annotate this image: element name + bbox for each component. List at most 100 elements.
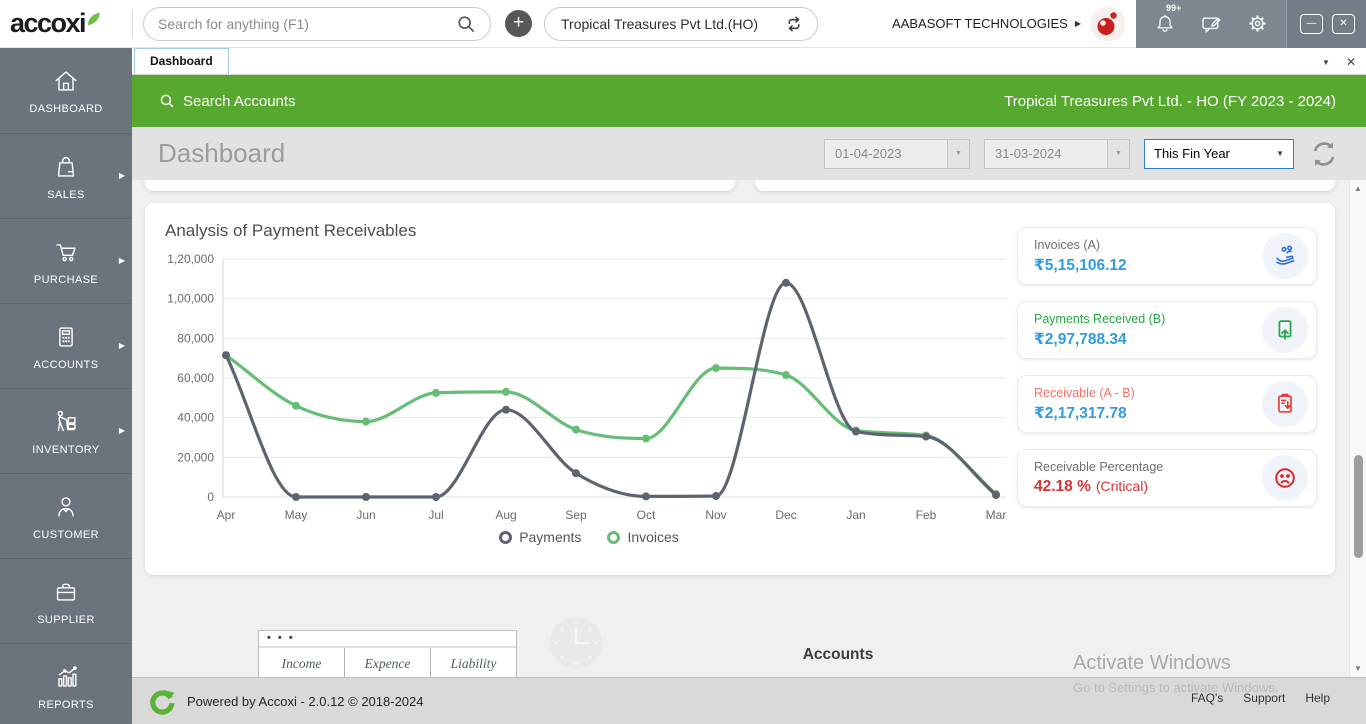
sidebar-item-accounts[interactable]: ACCOUNTS ▶	[0, 303, 132, 388]
sidebar-item-label: REPORTS	[38, 699, 94, 711]
stat-label: Payments Received (B)	[1034, 312, 1262, 326]
legend-item-payments[interactable]: Payments	[499, 529, 581, 545]
clipboard-down-icon	[1262, 381, 1308, 427]
svg-text:1,00,000: 1,00,000	[167, 292, 214, 306]
svg-text:Apr: Apr	[217, 508, 236, 522]
date-to-input[interactable]: 31-03-2024 ▼	[984, 139, 1130, 169]
scrollbar-down-arrow[interactable]: ▼	[1350, 664, 1366, 673]
chevron-right-icon: ▶	[119, 256, 125, 265]
illustration-column-liability: Liability	[430, 648, 516, 677]
chevron-down-icon[interactable]: ▼	[1107, 140, 1129, 168]
partial-card	[145, 180, 735, 191]
search-placeholder: Search for anything (F1)	[158, 16, 456, 32]
legend-label: Invoices	[627, 529, 678, 545]
notification-badge: 99+	[1166, 3, 1181, 13]
svg-text:Aug: Aug	[495, 508, 516, 522]
window-controls: — ✕	[1286, 0, 1366, 48]
powered-by-text: Powered by Accoxi - 2.0.12 © 2018-2024	[187, 694, 424, 709]
chart-legend: Payments Invoices	[161, 529, 1017, 545]
minimize-button[interactable]: —	[1300, 14, 1323, 34]
inventory-trolley-icon	[51, 407, 81, 437]
svg-text:Dec: Dec	[775, 508, 796, 522]
sidebar-item-reports[interactable]: REPORTS	[0, 643, 132, 724]
illustration-column-expence: Expence	[344, 648, 430, 677]
logo-text: accoxi	[10, 8, 85, 38]
company-fiscal-year-label: Tropical Treasures Pvt Ltd. - HO (FY 202…	[1004, 93, 1336, 110]
svg-text:Nov: Nov	[705, 508, 726, 522]
illustration-window-dots: • • •	[259, 631, 516, 648]
chevron-down-icon[interactable]: ▼	[947, 140, 969, 168]
svg-text:Jan: Jan	[846, 508, 865, 522]
company-selector-value: Tropical Treasures Pvt Ltd.(HO)	[561, 16, 783, 32]
sidebar-item-inventory[interactable]: INVENTORY ▶	[0, 388, 132, 473]
sidebar-item-dashboard[interactable]: DASHBOARD	[0, 48, 132, 133]
chat-icon	[1199, 11, 1224, 36]
leaf-icon	[85, 11, 103, 26]
bell-icon	[1152, 11, 1178, 37]
sidebar-item-purchase[interactable]: PURCHASE ▶	[0, 218, 132, 303]
svg-text:60,000: 60,000	[177, 371, 214, 385]
partial-card	[755, 180, 1335, 191]
svg-text:40,000: 40,000	[177, 411, 214, 425]
top-bar: accoxi Search for anything (F1) + Tropic…	[0, 0, 1366, 48]
app-logo: accoxi	[0, 8, 132, 39]
company-selector[interactable]: Tropical Treasures Pvt Ltd.(HO)	[544, 7, 818, 41]
vertical-scrollbar[interactable]: ▲ ▼	[1349, 180, 1366, 677]
sidebar-item-label: INVENTORY	[32, 444, 99, 456]
stat-card-invoices: Invoices (A) ₹5,15,106.12	[1017, 227, 1317, 285]
close-button[interactable]: ✕	[1332, 14, 1355, 34]
avatar[interactable]	[1090, 6, 1126, 42]
sidebar-item-label: SUPPLIER	[37, 614, 95, 626]
messages-button[interactable]	[1199, 11, 1224, 36]
refresh-icon[interactable]	[1308, 138, 1340, 170]
legend-ring-icon	[607, 531, 620, 544]
calculator-icon	[51, 322, 81, 352]
receipt-up-icon	[1262, 307, 1308, 353]
date-from-value: 01-04-2023	[825, 146, 947, 161]
search-accounts-label: Search Accounts	[183, 93, 296, 110]
swap-icon	[783, 13, 805, 35]
illustration-column-income: Income	[259, 648, 344, 677]
footer-bar: Powered by Accoxi - 2.0.12 © 2018-2024 F…	[132, 677, 1366, 724]
sidebar-item-customer[interactable]: CUSTOMER	[0, 473, 132, 558]
divider	[132, 11, 133, 37]
accoxi-footer-logo	[148, 688, 175, 715]
sidebar: DASHBOARD SALES ▶ PURCHASE ▶ ACCOUNTS ▶ …	[0, 48, 132, 724]
sidebar-item-sales[interactable]: SALES ▶	[0, 133, 132, 218]
stat-value: ₹5,15,106.12	[1034, 256, 1262, 275]
tab-bar: Dashboard ▼ ✕	[132, 48, 1366, 75]
sidebar-item-label: ACCOUNTS	[34, 359, 99, 371]
faqs-link[interactable]: FAQ's	[1191, 691, 1223, 705]
date-to-value: 31-03-2024	[985, 146, 1107, 161]
legend-label: Payments	[519, 529, 581, 545]
chevron-right-icon: ▶	[1075, 19, 1081, 28]
tab-list-dropdown-icon[interactable]: ▼	[1322, 58, 1330, 67]
tab-close-icon[interactable]: ✕	[1346, 55, 1356, 69]
stat-value: ₹2,17,317.78	[1034, 404, 1262, 423]
support-link[interactable]: Support	[1243, 691, 1285, 705]
date-from-input[interactable]: 01-04-2023 ▼	[824, 139, 970, 169]
page-title: Dashboard	[158, 138, 285, 169]
help-link[interactable]: Help	[1305, 691, 1330, 705]
svg-text:Jul: Jul	[428, 508, 443, 522]
period-select[interactable]: This Fin Year ▼	[1144, 139, 1294, 169]
add-button[interactable]: +	[505, 10, 532, 37]
briefcase-icon	[51, 577, 81, 607]
global-search-input[interactable]: Search for anything (F1)	[143, 7, 491, 41]
settings-button[interactable]	[1245, 11, 1270, 36]
scrollbar-thumb[interactable]	[1354, 455, 1363, 558]
sidebar-item-supplier[interactable]: SUPPLIER	[0, 558, 132, 643]
chevron-right-icon: ▶	[119, 426, 125, 435]
notifications-button[interactable]: 99+	[1152, 11, 1178, 37]
accounts-empty-illustration: • • • Income Expence Liability	[258, 630, 517, 677]
stat-card-receivable: Receivable (A - B) ₹2,17,317.78	[1017, 375, 1317, 433]
home-icon	[51, 66, 81, 96]
svg-text:Oct: Oct	[637, 508, 656, 522]
org-name[interactable]: AABASOFT TECHNOLOGIES	[892, 16, 1068, 31]
legend-item-invoices[interactable]: Invoices	[607, 529, 678, 545]
tab-dashboard[interactable]: Dashboard	[134, 48, 229, 74]
chevron-down-icon: ▼	[1276, 149, 1284, 158]
scrollbar-up-arrow[interactable]: ▲	[1350, 184, 1366, 193]
svg-text:80,000: 80,000	[177, 331, 214, 345]
search-accounts-button[interactable]: Search Accounts	[159, 93, 296, 110]
